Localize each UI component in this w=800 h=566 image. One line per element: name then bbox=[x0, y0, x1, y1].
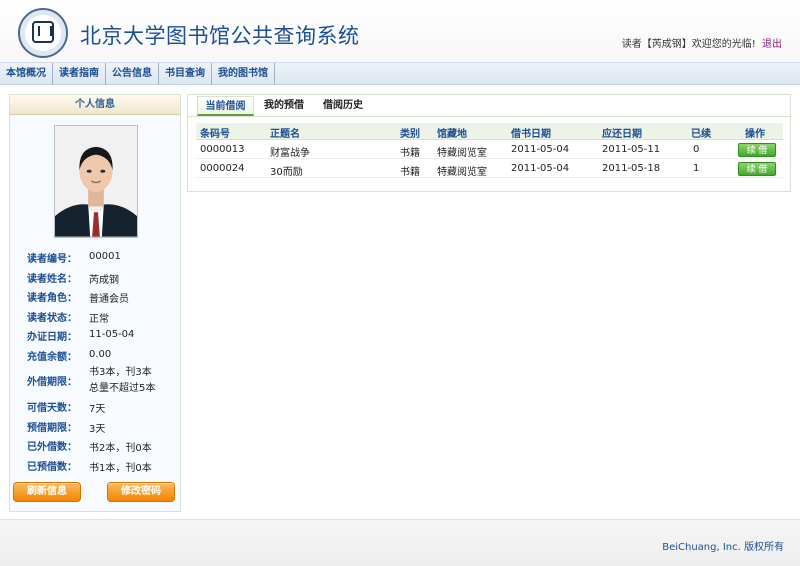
info-row-reserved-count: 已预借数： 书1本，刊0本 bbox=[27, 456, 177, 476]
label-loan-days: 可借天数： bbox=[27, 403, 77, 414]
nav-item-notices[interactable]: 公告信息 bbox=[106, 63, 159, 85]
cell-location: 特藏阅览室 bbox=[437, 167, 487, 178]
cell-location: 特藏阅览室 bbox=[437, 148, 487, 159]
value-reader-status: 正常 bbox=[89, 313, 109, 325]
current-borrowing-table: 条码号 正题名 类别 馆藏地 借书日期 应还日期 已续 操作 0000013 财… bbox=[196, 123, 783, 178]
header: 北京大学图书馆公共查询系统 读者【芮成钢】欢迎您的光临! 退出 bbox=[0, 0, 800, 62]
col-due-date: 应还日期 bbox=[602, 129, 642, 140]
cell-due-date: 2011-05-18 bbox=[602, 163, 661, 174]
copyright-text: BeiChuang, Inc. 版权所有 bbox=[662, 542, 784, 553]
value-issue-date: 11-05-04 bbox=[89, 329, 135, 340]
logout-link[interactable]: 退出 bbox=[762, 39, 782, 50]
renew-button[interactable]: 续 借 bbox=[738, 143, 776, 157]
value-loan-days: 7天 bbox=[89, 404, 106, 415]
label-reader-id: 读者编号： bbox=[27, 254, 77, 265]
cell-borrow-date: 2011-05-04 bbox=[511, 144, 570, 155]
info-row-reader-id: 读者编号： 00001 bbox=[27, 248, 177, 268]
reader-photo bbox=[54, 125, 138, 238]
borrowing-tabs: 当前借阅 我的预借 借阅历史 bbox=[188, 95, 790, 117]
label-reader-role: 读者角色： bbox=[27, 293, 77, 304]
reader-info-table: 读者编号： 00001 读者姓名： 芮成钢 读者角色： 普通会员 读者状态： 正… bbox=[27, 248, 177, 475]
label-reserve-limit: 预借期限： bbox=[27, 422, 77, 434]
cell-renewed: 0 bbox=[693, 144, 700, 155]
cell-title: 财富战争 bbox=[270, 148, 310, 159]
nav-item-my-library[interactable]: 我的图书馆 bbox=[212, 63, 275, 85]
value-reader-id: 00001 bbox=[89, 251, 121, 262]
col-category: 类别 bbox=[400, 129, 420, 140]
cell-title: 30而励 bbox=[270, 167, 303, 178]
label-reader-status: 读者状态： bbox=[27, 312, 77, 324]
borrowing-panel: 当前借阅 我的预借 借阅历史 条码号 正题名 类别 馆藏地 借书日期 应还日期 … bbox=[187, 94, 791, 192]
value-loan-limit: 书3本，刊3本 总量不超过5本 bbox=[89, 365, 155, 397]
label-reserved-count: 已预借数： bbox=[27, 461, 77, 473]
label-balance: 充值余额： bbox=[27, 351, 77, 363]
university-seal-icon bbox=[18, 8, 68, 58]
label-issue-date: 办证日期： bbox=[27, 332, 77, 343]
value-loan-limit-line1: 书3本，刊3本 bbox=[89, 367, 152, 378]
col-location: 馆藏地 bbox=[437, 129, 467, 140]
col-title: 正题名 bbox=[270, 129, 300, 140]
welcome-message: 读者【芮成钢】欢迎您的光临! 退出 bbox=[622, 35, 782, 50]
value-loan-limit-line2: 总量不超过5本 bbox=[89, 383, 156, 394]
label-reader-name: 读者姓名： bbox=[27, 273, 77, 285]
site-title: 北京大学图书馆公共查询系统 bbox=[80, 24, 360, 48]
cell-barcode: 0000024 bbox=[200, 163, 245, 174]
top-nav: 本馆概况 读者指南 公告信息 书目查询 我的图书馆 bbox=[0, 62, 800, 85]
welcome-text: 读者【芮成钢】欢迎您的光临! bbox=[621, 39, 756, 50]
value-reader-name: 芮成钢 bbox=[89, 274, 119, 286]
table-row: 0000024 30而励 书籍 特藏阅览室 2011-05-04 2011-05… bbox=[196, 159, 783, 178]
personal-info-panel: 个人信息 读者编号： 00001 读者姓名： 芮成钢 读者角色： 普通会员 读者… bbox=[9, 94, 181, 512]
col-action: 操作 bbox=[745, 129, 765, 140]
renew-button[interactable]: 续 借 bbox=[738, 162, 776, 176]
nav-item-catalog[interactable]: 书目查询 bbox=[159, 63, 212, 85]
change-password-button[interactable]: 修改密码 bbox=[107, 482, 175, 502]
table-header: 条码号 正题名 类别 馆藏地 借书日期 应还日期 已续 操作 bbox=[196, 123, 783, 140]
info-row-borrowed-count: 已外借数： 书2本，刊0本 bbox=[27, 436, 177, 456]
table-row: 0000013 财富战争 书籍 特藏阅览室 2011-05-04 2011-05… bbox=[196, 140, 783, 159]
info-row-reserve-limit: 预借期限： 3天 bbox=[27, 417, 177, 437]
footer: BeiChuang, Inc. 版权所有 bbox=[0, 519, 800, 566]
info-row-reader-name: 读者姓名： 芮成钢 bbox=[27, 268, 177, 288]
value-reserve-limit: 3天 bbox=[89, 423, 106, 435]
tab-current-borrowing[interactable]: 当前借阅 bbox=[197, 96, 254, 116]
info-row-balance: 充值余额： 0.00 bbox=[27, 346, 177, 366]
cell-barcode: 0000013 bbox=[200, 144, 245, 155]
col-borrow-date: 借书日期 bbox=[511, 129, 551, 140]
col-renewed: 已续 bbox=[691, 129, 711, 140]
label-borrowed-count: 已外借数： bbox=[27, 442, 77, 453]
tab-my-reservations[interactable]: 我的预借 bbox=[264, 96, 304, 116]
cell-due-date: 2011-05-11 bbox=[602, 144, 661, 155]
value-reserved-count: 书1本，刊0本 bbox=[89, 462, 152, 474]
personal-info-title: 个人信息 bbox=[10, 95, 180, 115]
value-borrowed-count: 书2本，刊0本 bbox=[89, 443, 152, 454]
col-barcode: 条码号 bbox=[200, 129, 230, 140]
label-loan-limit: 外借期限： bbox=[27, 377, 77, 388]
cell-renewed: 1 bbox=[693, 163, 700, 174]
cell-category: 书籍 bbox=[400, 167, 420, 178]
value-balance: 0.00 bbox=[89, 348, 112, 360]
cell-borrow-date: 2011-05-04 bbox=[511, 163, 570, 174]
info-row-loan-limit: 外借期限： 书3本，刊3本 总量不超过5本 bbox=[27, 365, 177, 397]
info-row-loan-days: 可借天数： 7天 bbox=[27, 397, 177, 417]
refresh-info-button[interactable]: 刷新信息 bbox=[13, 482, 81, 502]
value-reader-role: 普通会员 bbox=[89, 294, 129, 305]
avatar-photo-icon bbox=[55, 126, 137, 237]
nav-item-reader-guide[interactable]: 读者指南 bbox=[53, 63, 106, 85]
cell-category: 书籍 bbox=[400, 148, 420, 159]
nav-item-about[interactable]: 本馆概况 bbox=[0, 63, 53, 85]
tab-borrowing-history[interactable]: 借阅历史 bbox=[323, 96, 363, 116]
info-row-issue-date: 办证日期： 11-05-04 bbox=[27, 326, 177, 346]
info-row-reader-role: 读者角色： 普通会员 bbox=[27, 287, 177, 307]
info-row-reader-status: 读者状态： 正常 bbox=[27, 307, 177, 327]
